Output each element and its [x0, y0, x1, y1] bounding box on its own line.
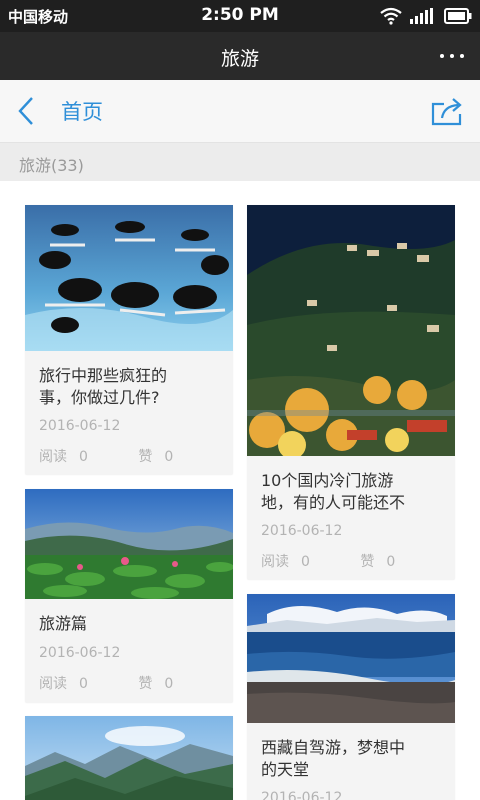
skydiving-photo	[25, 205, 233, 351]
article-date: 2016-06-12	[261, 523, 343, 539]
article-date: 2016-06-12	[39, 418, 121, 434]
signal-icon	[410, 8, 433, 24]
wifi-icon	[380, 7, 402, 25]
title-bar: 旅游	[0, 32, 480, 80]
tibet-lake-photo	[247, 594, 455, 723]
article-stats: 阅读 0 赞0	[39, 676, 174, 692]
more-icon[interactable]	[438, 46, 466, 66]
category-bar: 旅游(33)	[0, 143, 480, 181]
article-card[interactable]	[25, 716, 233, 800]
share-icon[interactable]	[430, 96, 464, 126]
autumn-village-photo	[247, 205, 455, 456]
article-card[interactable]: 10个国内冷门旅游 地，有的人可能还不 2016-06-12 阅读 0 赞0	[247, 205, 455, 580]
page-title: 旅游	[220, 48, 259, 70]
article-card[interactable]: 旅行中那些疯狂的 事，你做过几件? 2016-06-12 阅读 0 赞0	[25, 205, 233, 475]
back-chevron-icon[interactable]	[14, 96, 38, 126]
article-title: 旅游篇	[39, 614, 88, 633]
nav-bar: 首页	[0, 80, 480, 143]
article-title: 10个国内冷门旅游 地，有的人可能还不	[261, 471, 406, 512]
battery-icon	[444, 8, 472, 24]
article-card[interactable]: 西藏自驾游，梦想中 的天堂 2016-06-12	[247, 594, 455, 800]
mountain-valley-photo	[25, 716, 233, 800]
article-stats: 阅读 0 赞0	[39, 449, 174, 465]
home-link[interactable]: 首页	[61, 96, 103, 126]
article-card[interactable]: 旅游篇 2016-06-12 阅读 0 赞0	[25, 489, 233, 703]
article-grid: 旅行中那些疯狂的 事，你做过几件? 2016-06-12 阅读 0 赞0 10个…	[0, 181, 480, 800]
article-title: 西藏自驾游，梦想中 的天堂	[261, 738, 406, 779]
article-stats: 阅读 0 赞0	[261, 554, 396, 570]
article-date: 2016-06-12	[39, 645, 121, 661]
status-bar: 中国移动 2:50 PM	[0, 0, 480, 32]
lotus-lake-photo	[25, 489, 233, 599]
category-label: 旅游(33)	[19, 156, 84, 175]
status-icons	[380, 6, 472, 26]
article-title: 旅行中那些疯狂的 事，你做过几件?	[39, 366, 168, 407]
article-date: 2016-06-12	[261, 790, 343, 800]
